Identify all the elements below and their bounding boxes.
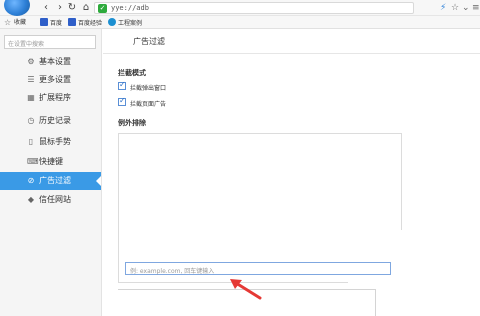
sidebar-item-shortcuts[interactable]: ⌨ 快捷键 bbox=[0, 153, 101, 171]
keyboard-icon: ⌨ bbox=[27, 157, 39, 166]
block-popups-label: 拦截弹出窗口 bbox=[130, 85, 167, 92]
gear-icon bbox=[108, 18, 116, 26]
forward-icon[interactable]: › bbox=[54, 2, 66, 14]
baidu-icon bbox=[68, 18, 76, 26]
sidebar-item-ad-filter[interactable]: ⊘ 广告过滤 bbox=[0, 172, 101, 190]
annotation-arrow-icon bbox=[230, 279, 262, 300]
bookmarks-bar: ☆ 收藏 百度 百度经验 工程案例 bbox=[0, 16, 480, 29]
content-header: 广告过滤 bbox=[103, 29, 480, 54]
browser-toolbar: ‹ › ↻ ⌂ ✓ yye://adb ⚡ ☆ ⌄ ≡ bbox=[0, 0, 480, 16]
clock-icon: ◷ bbox=[27, 116, 35, 125]
favorites-button[interactable]: ☆ 收藏 bbox=[4, 18, 26, 27]
block-icon: ⊘ bbox=[27, 176, 35, 185]
sidebar-item-extensions[interactable]: ▦ 扩展程序 bbox=[0, 89, 101, 107]
sidebar-item-history[interactable]: ◷ 历史记录 bbox=[0, 112, 101, 130]
bookmark-item[interactable]: 百度 bbox=[40, 18, 62, 27]
back-icon[interactable]: ‹ bbox=[40, 2, 52, 14]
shield-trust-icon: ◆ bbox=[27, 195, 35, 204]
block-page-ads-checkbox[interactable] bbox=[118, 96, 126, 106]
overlay-patch bbox=[348, 230, 408, 286]
sidebar-item-trusted-sites[interactable]: ◆ 信任网站 bbox=[0, 191, 101, 209]
home-icon[interactable]: ⌂ bbox=[80, 2, 92, 14]
settings-search-input[interactable]: 在设置中搜索 bbox=[4, 35, 96, 49]
reload-icon[interactable]: ↻ bbox=[66, 2, 78, 14]
list-icon: ☰ bbox=[27, 75, 35, 84]
sidebar-item-more[interactable]: ☰ 更多设置 bbox=[0, 71, 101, 89]
block-popups-checkbox[interactable] bbox=[118, 80, 126, 90]
active-pointer bbox=[96, 176, 101, 186]
browser-logo-icon bbox=[4, 0, 30, 16]
chevron-down-icon[interactable]: ⌄ bbox=[462, 2, 470, 14]
star-outline-icon: ☆ bbox=[4, 18, 12, 27]
settings-sidebar: 在设置中搜索 ⚙ 基本设置 ☰ 更多设置 ▦ 扩展程序 ◷ 历史记录 ▯ 鼠标手… bbox=[0, 29, 102, 316]
sidebar-item-basic[interactable]: ⚙ 基本设置 bbox=[0, 53, 101, 71]
address-bar[interactable]: ✓ yye://adb bbox=[94, 2, 414, 14]
address-url: yye://adb bbox=[111, 4, 149, 12]
bookmark-item[interactable]: 工程案例 bbox=[108, 18, 142, 27]
lightning-icon[interactable]: ⚡ bbox=[440, 2, 446, 14]
divider bbox=[375, 289, 376, 316]
star-icon[interactable]: ☆ bbox=[451, 2, 459, 14]
sidebar-item-mouse-gestures[interactable]: ▯ 鼠标手势 bbox=[0, 133, 101, 151]
block-page-ads-label: 拦截页面广告 bbox=[130, 101, 167, 108]
bookmark-item[interactable]: 百度经验 bbox=[68, 18, 102, 27]
exceptions-title: 例外排除 bbox=[118, 119, 146, 127]
exception-domain-input[interactable]: 例: example.com, 回车键输入 bbox=[125, 262, 391, 275]
mouse-icon: ▯ bbox=[28, 137, 34, 146]
page-title: 广告过滤 bbox=[133, 37, 165, 46]
menu-icon[interactable]: ≡ bbox=[472, 2, 480, 14]
block-mode-title: 拦截模式 bbox=[118, 69, 146, 77]
grid-icon: ▦ bbox=[27, 93, 35, 102]
baidu-icon bbox=[40, 18, 48, 26]
shield-icon: ✓ bbox=[98, 4, 107, 13]
gear-icon: ⚙ bbox=[27, 57, 35, 66]
